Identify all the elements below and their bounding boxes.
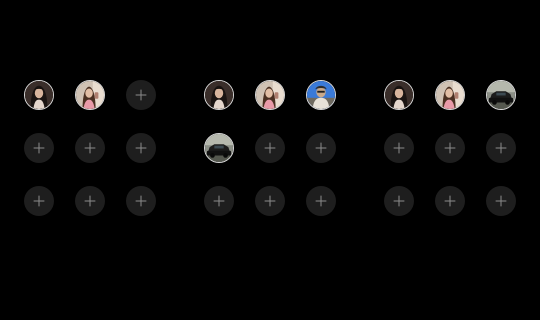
plus-icon: [315, 142, 327, 154]
add-photo-button[interactable]: [435, 186, 465, 216]
photo-thumbnail[interactable]: [306, 80, 336, 110]
add-photo-button[interactable]: [306, 186, 336, 216]
photo-thumbnail[interactable]: [204, 133, 234, 163]
add-photo-button[interactable]: [255, 186, 285, 216]
plus-icon: [264, 142, 276, 154]
photo-thumbnail[interactable]: [204, 80, 234, 110]
add-photo-button[interactable]: [75, 133, 105, 163]
add-photo-button[interactable]: [24, 133, 54, 163]
portrait-dark-hair-icon: [385, 81, 413, 109]
plus-icon: [315, 195, 327, 207]
plus-icon: [84, 195, 96, 207]
photo-grid-1: [24, 80, 156, 216]
plus-icon: [84, 142, 96, 154]
add-photo-button[interactable]: [486, 186, 516, 216]
add-photo-button[interactable]: [126, 133, 156, 163]
add-photo-button[interactable]: [306, 133, 336, 163]
plus-icon: [264, 195, 276, 207]
plus-icon: [444, 195, 456, 207]
plus-icon: [135, 195, 147, 207]
plus-icon: [495, 142, 507, 154]
plus-icon: [213, 195, 225, 207]
portrait-blue-sky-icon: [307, 81, 335, 109]
portrait-pink-top-icon: [436, 81, 464, 109]
add-photo-button[interactable]: [255, 133, 285, 163]
add-photo-button[interactable]: [486, 133, 516, 163]
portrait-pink-top-icon: [256, 81, 284, 109]
photo-thumbnail[interactable]: [255, 80, 285, 110]
photo-thumbnail[interactable]: [75, 80, 105, 110]
photo-thumbnail[interactable]: [384, 80, 414, 110]
add-photo-button[interactable]: [126, 80, 156, 110]
photo-grid-2: [204, 80, 336, 216]
add-photo-button[interactable]: [435, 133, 465, 163]
plus-icon: [495, 195, 507, 207]
car-icon: [487, 81, 515, 109]
plus-icon: [33, 195, 45, 207]
add-photo-button[interactable]: [24, 186, 54, 216]
photo-thumbnail[interactable]: [435, 80, 465, 110]
add-photo-button[interactable]: [384, 133, 414, 163]
photo-thumbnail[interactable]: [24, 80, 54, 110]
add-photo-button[interactable]: [204, 186, 234, 216]
photo-slot-screen: [0, 0, 540, 320]
car-icon: [205, 134, 233, 162]
plus-icon: [135, 142, 147, 154]
plus-icon: [444, 142, 456, 154]
portrait-dark-hair-icon: [205, 81, 233, 109]
plus-icon: [393, 142, 405, 154]
add-photo-button[interactable]: [75, 186, 105, 216]
add-photo-button[interactable]: [126, 186, 156, 216]
portrait-pink-top-icon: [76, 81, 104, 109]
portrait-dark-hair-icon: [25, 81, 53, 109]
plus-icon: [393, 195, 405, 207]
photo-grid-3: [384, 80, 516, 216]
plus-icon: [33, 142, 45, 154]
add-photo-button[interactable]: [384, 186, 414, 216]
plus-icon: [135, 89, 147, 101]
photo-thumbnail[interactable]: [486, 80, 516, 110]
